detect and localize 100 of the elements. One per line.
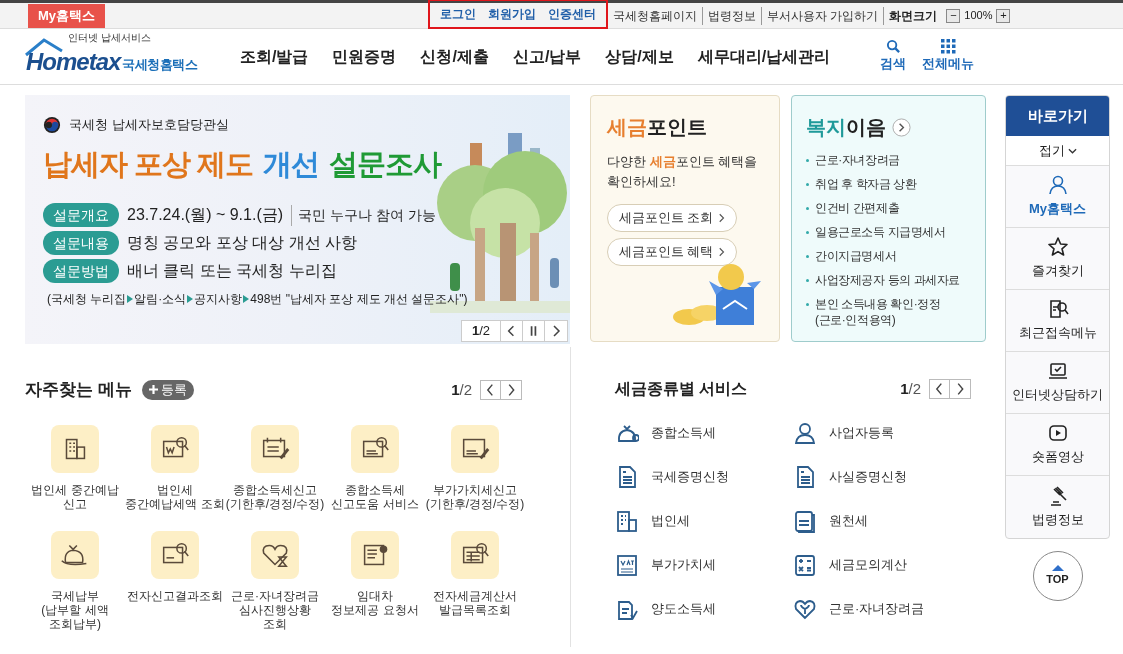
zoom-out-button[interactable]: −	[946, 8, 961, 23]
menu-link[interactable]: 임대차 정보제공 요청서	[331, 588, 419, 617]
menu-link[interactable]: 전자신고결과조회	[127, 588, 223, 603]
menu-link[interactable]: 종합소득세신고 (기한후/경정/수정)	[225, 482, 325, 511]
zoom-in-button[interactable]: +	[996, 8, 1011, 23]
logo-wordmark: Hometax	[26, 47, 121, 76]
welfare-link[interactable]: 취업 후 학자금 상환	[815, 176, 917, 192]
account-link[interactable]: 로그인	[440, 5, 476, 23]
person-icon	[793, 420, 817, 445]
header-tool-button[interactable]: 전체메뉴	[922, 39, 975, 74]
menu-link[interactable]: 종합소득세 신고도움 서비스	[331, 482, 419, 511]
menu-icon-tile[interactable]	[151, 424, 199, 473]
bullet-icon	[806, 159, 809, 162]
tax-service-link[interactable]: 부가가치세	[615, 551, 793, 578]
tax-service-link[interactable]: 사실증명신청	[793, 463, 971, 490]
tax-service-link[interactable]: 근로·자녀장려금	[793, 595, 971, 622]
quick-menu-item[interactable]: 즐겨찾기	[1006, 228, 1109, 290]
quick-menu-item[interactable]: 최근접속메뉴	[1006, 290, 1109, 352]
banner[interactable]: 국세청 납세자보호담당관실 납세자 포상 제도 개선 설문조사 설문개요 23.7.24.(월) ~ 9.1.(금) 국민 누구나 참여 가능 설문내용 명칭 공모와 포상 대상 개선 사항 설문방법 배너 클릭 또는 국세청 누리집 (국세청 누리집 알림·소식 공지사항 498번 "납세자 포상 제도 개선 설문조사") 1/2	[25, 95, 570, 344]
top-button[interactable]: TOP	[1032, 551, 1083, 601]
welfare-link[interactable]: 근로·자녀장려금	[815, 152, 900, 168]
menu-icon-tile[interactable]	[251, 424, 299, 473]
top-link[interactable]: 국세청홈페이지	[608, 6, 702, 25]
zoom-value: 100%	[964, 8, 993, 24]
banner-text: 23.7.24.(월) ~ 9.1.(금)	[127, 205, 284, 225]
nav-menu-item[interactable]: 상담/제보	[605, 44, 674, 69]
tax-service-link[interactable]: 종합소득세	[615, 419, 793, 446]
welfare-link[interactable]: 일용근로소득 지급명세서	[815, 224, 946, 240]
tax-service-link[interactable]: 국세증명신청	[615, 463, 793, 490]
vat-document-icon	[615, 552, 639, 577]
menu-icon-tile[interactable]	[251, 530, 299, 579]
triangle-icon	[187, 295, 194, 303]
quick-menu-item[interactable]: 인터넷상담하기	[1006, 352, 1109, 414]
menu-grid-icon	[940, 39, 956, 55]
building-icon	[615, 508, 639, 533]
page-counter: 1/2	[461, 321, 501, 341]
tax-point-button[interactable]: 세금포인트 혜택	[607, 238, 737, 266]
tax-service-link[interactable]: 사업자등록	[793, 419, 971, 446]
star-icon	[1046, 236, 1069, 259]
banner-title: 납세자 포상 제도 개선 설문조사	[43, 147, 442, 182]
nav-menu-item[interactable]: 세무대리/납세관리	[697, 44, 831, 69]
quick-menu-item[interactable]: 법령정보	[1006, 476, 1109, 538]
tax-service-link[interactable]: 세금모의계산	[793, 551, 971, 578]
nav-menu-item[interactable]: 민원증명	[332, 44, 397, 69]
nav-menu-item[interactable]: 신청/제출	[420, 44, 489, 69]
banner-tag: 설문내용	[43, 231, 119, 255]
menu-icon-tile[interactable]	[451, 424, 499, 473]
welfare-link[interactable]: 인건비 간편제출	[815, 200, 900, 216]
banner-organization: 국세청 납세자보호담당관실	[69, 116, 229, 134]
section-title: 자주찾는 메뉴	[25, 379, 132, 401]
menu-icon-tile[interactable]	[51, 424, 99, 473]
top-link[interactable]: 법령정보	[702, 6, 761, 25]
calculator-icon	[793, 552, 817, 577]
quick-menu-item[interactable]: 숏폼영상	[1006, 414, 1109, 476]
banner-tag: 설문방법	[43, 259, 119, 283]
plus-icon	[148, 385, 158, 395]
triangle-up-icon	[1051, 564, 1064, 571]
menu-icon-tile[interactable]	[151, 530, 199, 579]
search-icon	[885, 39, 901, 55]
welfare-link[interactable]: 본인 소득내용 확인·정정 (근로·인적용역)	[815, 296, 941, 328]
chevron-circle-button[interactable]	[892, 117, 911, 137]
menu-link[interactable]: 부가가치세신고 (기한후/경정/수정)	[425, 482, 525, 511]
logo[interactable]: 인터넷 납세서비스 Hometax국세청홈택스	[24, 34, 214, 79]
tax-service-link[interactable]: 양도소득세	[615, 595, 793, 622]
menu-icon-tile[interactable]	[451, 530, 499, 579]
my-hometax-tag[interactable]: My홈택스	[28, 3, 105, 28]
menu-icon-tile[interactable]	[351, 424, 399, 473]
banner-path-text: 498번 "납세자 포상 제도 개선 설문조사")	[250, 291, 468, 308]
nav-menu-item[interactable]: 조회/발급	[240, 44, 309, 69]
bullet-icon	[806, 207, 809, 210]
menu-link[interactable]: 전자세금계산서 발급목록조회	[433, 588, 517, 617]
section-title: 세금종류별 서비스	[615, 379, 748, 399]
menu-link[interactable]: 법인세 중간예납세액 조회	[125, 482, 225, 511]
account-link[interactable]: 회원가입	[488, 5, 536, 23]
menu-icon-tile[interactable]	[351, 530, 399, 579]
menu-link[interactable]: 법인세 중간예납 신고	[31, 482, 119, 511]
person-icon	[1046, 174, 1069, 197]
tax-service-link[interactable]: 원천세	[793, 507, 971, 534]
bullet-icon	[806, 279, 809, 282]
triangle-icon	[243, 295, 250, 303]
header-tool-button[interactable]: 검색	[880, 39, 907, 74]
menu-link[interactable]: 근로·자녀장려금 심사진행상황 조회	[231, 588, 319, 631]
menu-link[interactable]: 국세납부 (납부할 세액 조회납부)	[41, 588, 109, 631]
banner-tag: 설문개요	[43, 203, 119, 227]
tax-service-link[interactable]: 법인세	[615, 507, 793, 534]
welfare-link[interactable]: 사업장제공자 등의 과세자료	[815, 272, 961, 288]
nav-menu-item[interactable]: 신고/납부	[512, 44, 582, 69]
tax-point-button[interactable]: 세금포인트 조회	[607, 204, 737, 232]
receipt-icon	[793, 508, 817, 533]
add-button[interactable]: 등록	[141, 379, 194, 400]
card-title: 복지이음	[806, 115, 886, 140]
menu-icon-tile[interactable]	[51, 530, 99, 579]
top-link[interactable]: 부서사용자 가입하기	[761, 6, 884, 25]
welfare-link[interactable]: 간이지급명세서	[815, 248, 897, 264]
account-link[interactable]: 인증센터	[548, 5, 596, 23]
fold-button[interactable]: 접기	[1006, 136, 1109, 166]
banner-text: 배너 클릭 또는 국세청 누리집	[127, 261, 337, 281]
card-title: 세금포인트	[607, 115, 708, 140]
quick-menu-item[interactable]: My홈택스	[1006, 166, 1109, 228]
bullet-icon	[806, 231, 809, 234]
